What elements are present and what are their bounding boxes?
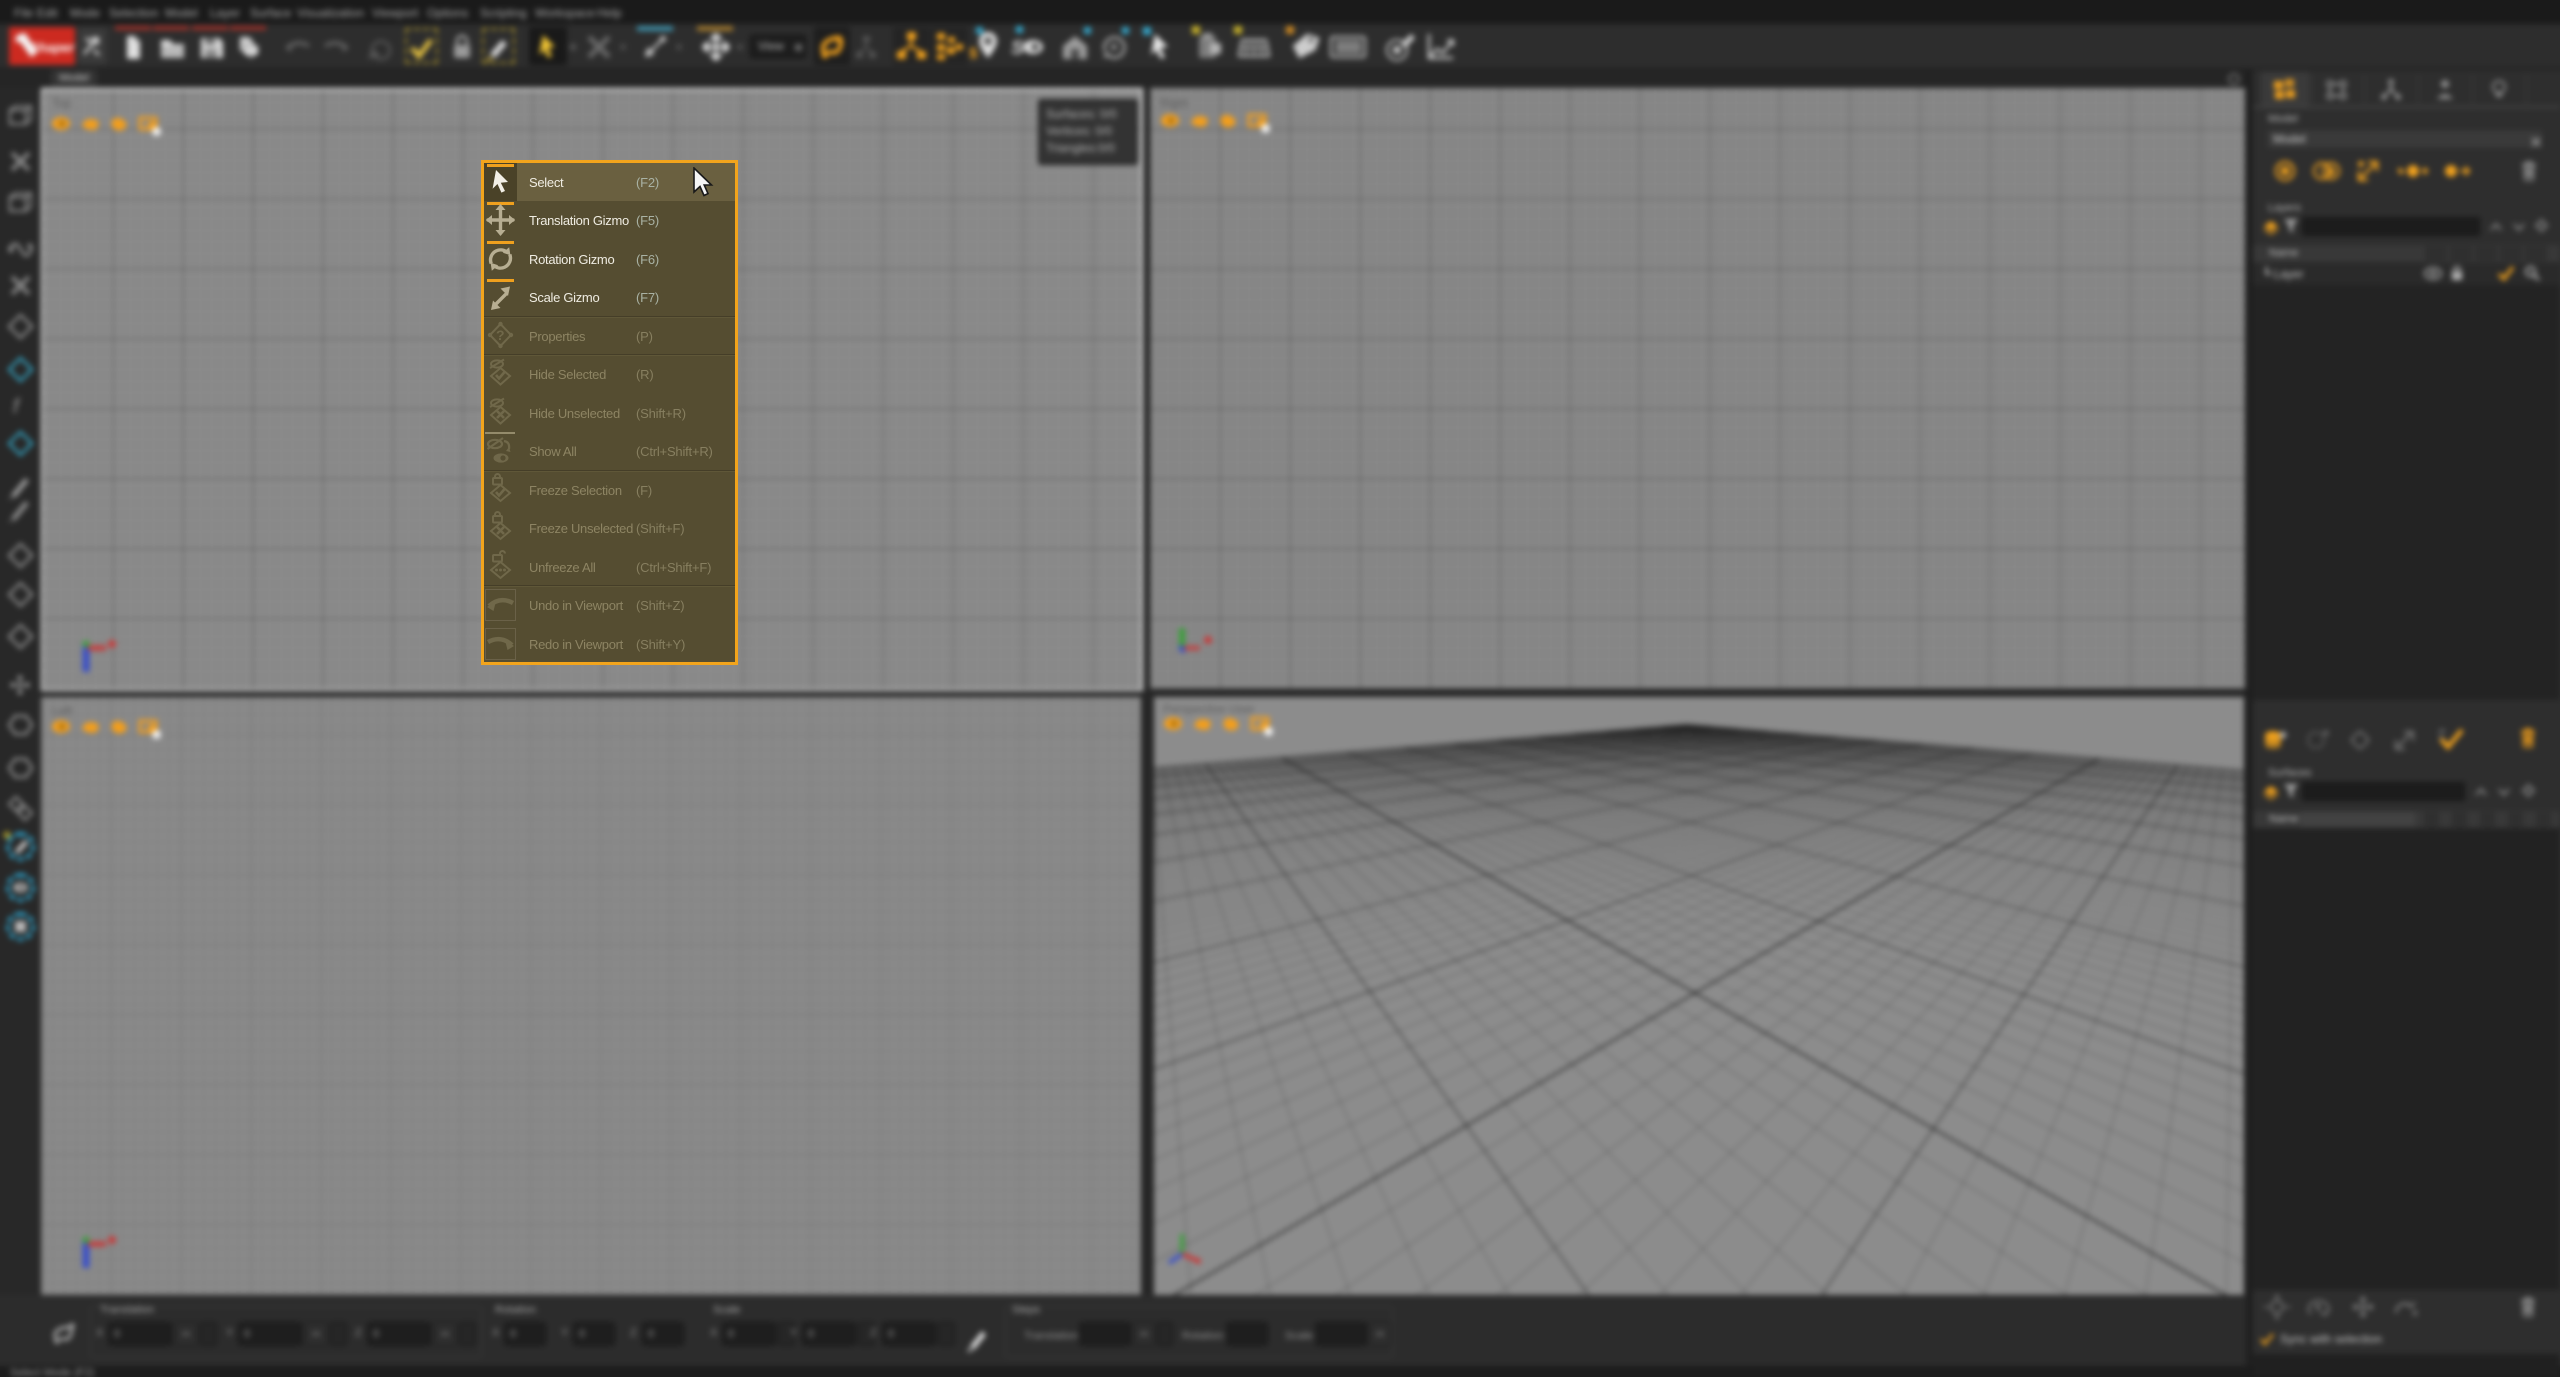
svg-text:S: S xyxy=(1011,38,1024,59)
svg-text:f: f xyxy=(13,396,21,418)
svg-text:$: $ xyxy=(969,45,978,62)
svg-text:Shaper: Shaper xyxy=(30,40,75,55)
svg-text:?: ? xyxy=(496,327,505,343)
